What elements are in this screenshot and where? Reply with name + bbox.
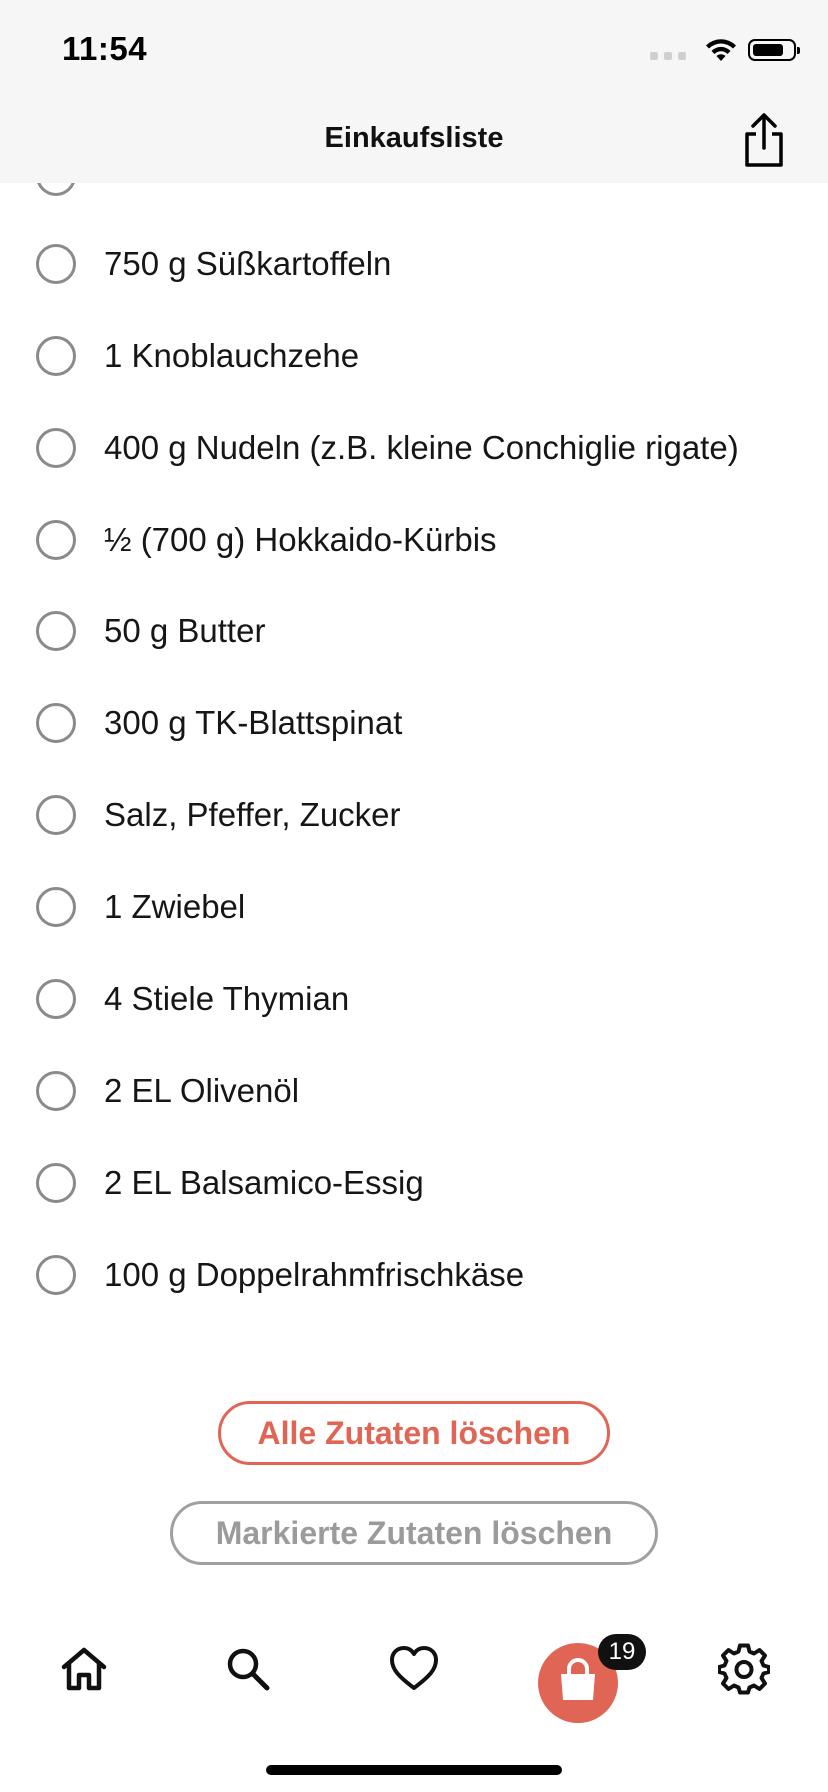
checkbox-circle[interactable] [36, 336, 76, 376]
home-icon[interactable] [58, 1643, 110, 1695]
cart-count-badge: 19 [598, 1634, 646, 1670]
list-item[interactable]: 2 EL Balsamico-Essig [0, 1137, 828, 1229]
item-label: 4 Stiele Thymian [104, 980, 350, 1017]
list-item[interactable]: 4 Stiele Thymian [0, 953, 828, 1045]
status-time: 11:54 [62, 30, 148, 67]
item-label: ½ (700 g) Hokkaido-Kürbis [104, 521, 497, 558]
item-label: 750 g Süßkartoffeln [104, 245, 392, 282]
item-label: 300 g TK-Blattspinat [104, 704, 403, 741]
list-item[interactable]: 50 g Butter [0, 585, 828, 677]
page-title: Einkaufsliste [324, 122, 504, 154]
item-label: 100 g Doppelrahmfrischkäse [104, 1256, 525, 1293]
checkbox-circle[interactable] [36, 428, 76, 468]
checkbox-circle[interactable] [36, 1255, 76, 1295]
wifi-icon [706, 39, 736, 61]
share-icon[interactable] [742, 112, 786, 168]
list-item[interactable]: 1 Knoblauchzehe [0, 310, 828, 402]
checkbox-circle[interactable] [36, 611, 76, 651]
checkbox-circle[interactable] [36, 979, 76, 1019]
home-indicator [266, 1765, 562, 1775]
list-item[interactable]: Salz, Pfeffer, Zucker [0, 769, 828, 861]
checkbox-circle[interactable] [36, 703, 76, 743]
gear-icon[interactable] [718, 1643, 770, 1695]
search-icon[interactable] [222, 1643, 274, 1695]
item-label: 2 EL Olivenöl [104, 1072, 300, 1109]
item-label: 400 g Nudeln (z.B. kleine Conchiglie rig… [104, 429, 739, 466]
status-indicators [650, 34, 800, 66]
checkbox-circle[interactable] [36, 795, 76, 835]
list-item[interactable]: 1 Zwiebel [0, 861, 828, 953]
checkbox-circle[interactable] [36, 244, 76, 284]
checkbox-circle[interactable] [36, 887, 76, 927]
item-label: 50 g Butter [104, 612, 266, 649]
list-item[interactable]: 400 g Nudeln (z.B. kleine Conchiglie rig… [0, 402, 828, 494]
delete-all-ingredients-button[interactable]: Alle Zutaten löschen [218, 1401, 610, 1465]
checkbox-circle[interactable] [36, 1163, 76, 1203]
list-item[interactable]: 750 g Süßkartoffeln [0, 218, 828, 310]
list-item[interactable]: ½ (700 g) Hokkaido-Kürbis [0, 494, 828, 586]
item-label: 1 Zwiebel [104, 888, 246, 925]
list-item[interactable]: 100 g Doppelrahmfrischkäse [0, 1229, 828, 1321]
cellular-signal-icon [650, 40, 686, 60]
checkbox-circle[interactable] [36, 520, 76, 560]
checkbox-circle[interactable] [36, 1071, 76, 1111]
navigation-header: 11:54 Einkaufsliste [0, 0, 828, 183]
item-label: 1 Knoblauchzehe [104, 337, 360, 374]
heart-icon[interactable] [388, 1643, 440, 1695]
item-label: Salz, Pfeffer, Zucker [104, 796, 401, 833]
delete-marked-ingredients-button[interactable]: Markierte Zutaten löschen [170, 1501, 658, 1565]
list-item[interactable]: 2 EL Olivenöl [0, 1045, 828, 1137]
item-label: 2 EL Balsamico-Essig [104, 1164, 424, 1201]
battery-icon [748, 39, 800, 61]
list-item[interactable]: 300 g TK-Blattspinat [0, 677, 828, 769]
